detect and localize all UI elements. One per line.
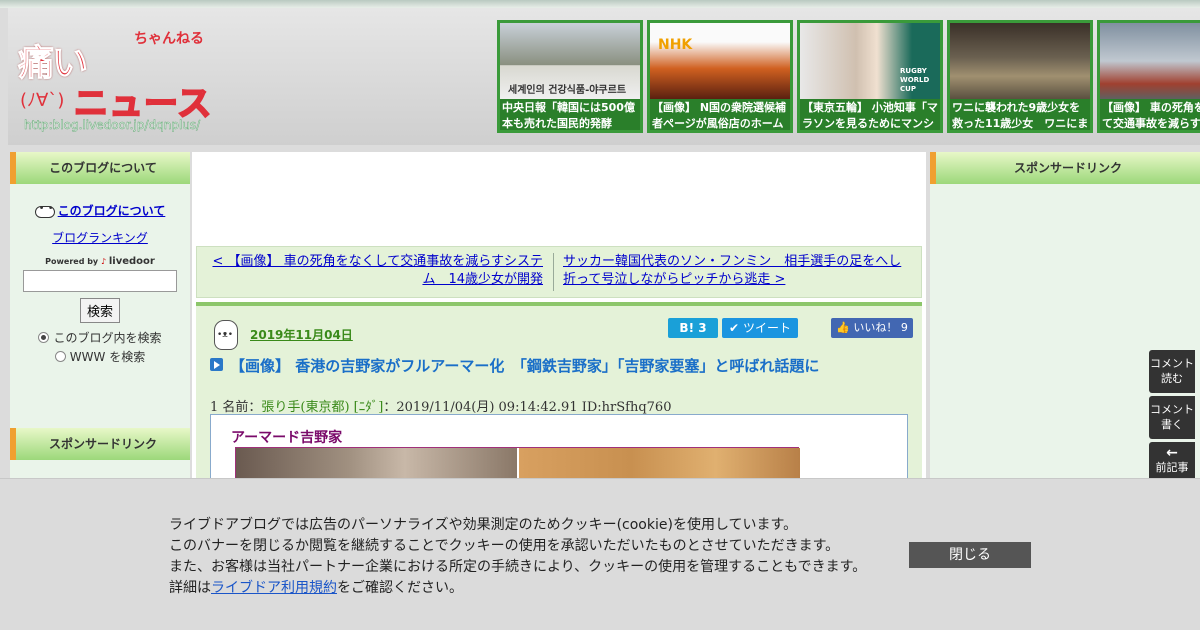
like-label: いいね！ 9 (853, 321, 908, 334)
livedoor-label: livedoor (108, 256, 155, 267)
radio-blog-search[interactable]: このブログ内を検索 (18, 329, 182, 346)
page: 痛い ちゃんねる (ﾉ∀`) ニュース http:blog.livedoor.j… (0, 0, 1200, 630)
response-number: 1 名前： (210, 400, 262, 415)
thumb-image: 세계인의 건강식품-야쿠르트 (500, 23, 640, 99)
radio-www-search[interactable]: WWW を検索 (18, 348, 182, 365)
post-play-icon (210, 358, 223, 371)
floating-buttons: コメント読む コメント書く ← 前記事 (1149, 350, 1195, 488)
thumb-caption: 【東京五輪】 小池知事「マラソンを見るためにマンシ (802, 101, 938, 130)
thumb-image-text: RUGBY WORLD CUP (900, 67, 930, 93)
thumb-caption: ワニに襲われた9歳少女を救った11歳少女 ワニにま (952, 101, 1089, 130)
cookie-text: ライブドアブログでは広告のパーソナライズや効果測定のためクッキー(cookie)… (169, 515, 889, 599)
thumb-caption: 【画像】 車の死角をなくして交通事故を減らす (1102, 101, 1200, 130)
article-date[interactable]: 2019年11月04日 (250, 326, 353, 343)
cookie-line-4: 詳細はライブドア利用規約をご確認ください。 (169, 578, 889, 599)
blog-logo[interactable]: 痛い ちゃんねる (ﾉ∀`) ニュース http:blog.livedoor.j… (16, 24, 236, 134)
face-icon (34, 203, 55, 218)
thumb-item[interactable]: 세계인의 건강식품-야쿠르트 中央日報「韓国には500億本も売れた国民的発酵 (497, 20, 643, 133)
cookie-line-4-post: をご確認ください。 (337, 580, 463, 596)
blog-header: 痛い ちゃんねる (ﾉ∀`) ニュース http:blog.livedoor.j… (8, 8, 1200, 145)
logo-face-text: (ﾉ∀`) (20, 90, 65, 111)
thumb-image-text: 세계인의 건강식품-야쿠르트 (508, 85, 627, 96)
response-header: 1 名前：張り手(東京都) [ﾆﾀﾞ]：2019/11/04(月) 09:14:… (210, 396, 671, 415)
nav-divider (553, 253, 554, 291)
cookie-line-2: このバナーを閉じるか閲覧を継続することでクッキーの使用を承認いただいたものとさせ… (169, 538, 840, 554)
cookie-line-1: ライブドアブログでは広告のパーソナライズや効果測定のためクッキー(cookie)… (169, 517, 798, 533)
response-meta: ：2019/11/04(月) 09:14:42.91 ID:hrSfhq760 (383, 400, 672, 415)
logo-url-text: http:blog.livedoor.jp/dqnplus/ (24, 118, 201, 133)
thumb-image (950, 23, 1090, 99)
left-sponsor-heading: スポンサードリンク (10, 428, 190, 460)
response-name: 張り手(東京都) [ﾆﾀﾞ] (261, 400, 384, 415)
radio-www-label: WWW を検索 (69, 350, 146, 364)
prev-article-link[interactable]: < 【画像】 車の死角をなくして交通事故を減らすシステム 14歳少女が開発 (207, 253, 543, 289)
comment-read-button[interactable]: コメント読む (1149, 350, 1195, 393)
powered-by-label: Powered by (45, 257, 99, 266)
cookie-banner: ライブドアブログでは広告のパーソナライズや効果測定のためクッキー(cookie)… (0, 478, 1200, 630)
radio-blog-label: このブログ内を検索 (53, 331, 162, 345)
about-heading: このブログについて (10, 152, 190, 184)
prev-article-label: 前記事 (1155, 461, 1189, 474)
thumb-caption: 【画像】 N国の衆院選候補者ページが風俗店のホーム (652, 101, 787, 130)
comment-write-button[interactable]: コメント書く (1149, 396, 1195, 439)
thumb-item[interactable]: NHK 【画像】 N国の衆院選候補者ページが風俗店のホーム (647, 20, 793, 133)
powered-by-livedoor[interactable]: Powered by ♪ livedoor (18, 256, 182, 267)
thumbs-up-icon: 👍 (836, 321, 850, 334)
right-sponsor-heading: スポンサードリンク (930, 152, 1200, 184)
article: 2019年11月04日 B! 3 ✔ ツイート 👍 いいね！ 9 【画像】 香港… (196, 302, 922, 498)
top-line (0, 0, 1200, 8)
bunny-icon (214, 320, 238, 350)
left-sidebar: このブログについて このブログについて ブログランキング Powered by … (10, 152, 190, 482)
ad-area (192, 152, 926, 244)
quote-title: アーマード吉野家 (231, 430, 343, 446)
header-thumbnails: 세계인의 건강식품-야쿠르트 中央日報「韓国には500億本も売れた国民的発酵 N… (497, 20, 1200, 134)
thumb-image: NHK (650, 23, 790, 99)
radio-www-icon[interactable] (54, 351, 66, 362)
terms-link[interactable]: ライブドア利用規約 (211, 580, 337, 596)
hatena-bookmark-button[interactable]: B! 3 (668, 318, 718, 338)
next-article-link[interactable]: サッカー韓国代表のソン・フンミン 相手選手の足をへし折って号泣しながらピッチから… (563, 253, 903, 289)
thumb-image: RUGBY WORLD CUP (800, 23, 940, 99)
article-title[interactable]: 【画像】 香港の吉野家がフルアーマー化 「鋼鉄吉野家」「吉野家要塞」と呼ばれ話題… (230, 356, 910, 376)
blog-search-input[interactable] (23, 270, 177, 292)
thumb-image-text: NHK (658, 37, 693, 53)
tweet-label: ツイート (742, 321, 791, 335)
facebook-like-button[interactable]: 👍 いいね！ 9 (831, 318, 913, 338)
twitter-bird-icon: ✔ (729, 321, 740, 335)
search-button[interactable]: 検索 (79, 298, 120, 323)
thumb-image (1100, 23, 1200, 99)
about-section: このブログについて ブログランキング Powered by ♪ livedoor… (10, 184, 190, 365)
arrow-left-icon: ← (1166, 445, 1178, 461)
radio-blog-icon[interactable] (38, 332, 50, 343)
tweet-button[interactable]: ✔ ツイート (722, 318, 798, 338)
thumb-item[interactable]: 【画像】 車の死角をなくして交通事故を減らす (1097, 20, 1200, 133)
thumb-caption: 中央日報「韓国には500億本も売れた国民的発酵 (502, 101, 635, 130)
logo-sub-text: ちゃんねる (134, 31, 204, 47)
thumb-item[interactable]: RUGBY WORLD CUP 【東京五輪】 小池知事「マラソンを見るためにマン… (797, 20, 943, 133)
thumb-item[interactable]: ワニに襲われた9歳少女を救った11歳少女 ワニにま (947, 20, 1093, 133)
livedoor-logo-icon: ♪ (100, 257, 107, 266)
blog-ranking-link[interactable]: ブログランキング (18, 229, 182, 246)
cookie-line-3: また、お客様は当社パートナー企業における所定の手続きにより、クッキーの使用を管理… (169, 559, 867, 575)
about-blog-link[interactable]: このブログについて (58, 204, 166, 218)
article-navigation: < 【画像】 車の死角をなくして交通事故を減らすシステム 14歳少女が開発 サッ… (196, 246, 922, 298)
cookie-close-button[interactable]: 閉じる (909, 542, 1031, 568)
cookie-line-4-pre: 詳細は (169, 580, 211, 596)
main-content: < 【画像】 車の死角をなくして交通事故を減らすシステム 14歳少女が開発 サッ… (192, 152, 926, 498)
